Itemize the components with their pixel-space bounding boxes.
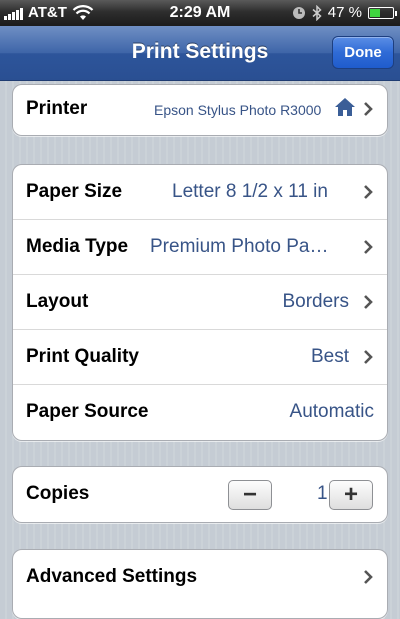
paper-source-row: Paper Source Automatic xyxy=(13,385,387,440)
copies-value: 1 xyxy=(317,483,328,504)
copies-row: Copies − 1 + xyxy=(13,467,387,522)
print-quality-label: Print Quality xyxy=(26,346,139,367)
home-icon xyxy=(335,98,355,116)
advanced-settings-row[interactable]: Advanced Settings xyxy=(13,550,387,605)
paper-size-label: Paper Size xyxy=(26,181,123,202)
copies-label: Copies xyxy=(26,483,90,504)
paper-size-row[interactable]: Paper Size Letter 8 1/2 x 11 in xyxy=(13,165,387,220)
navigation-bar: Print Settings Done xyxy=(0,26,400,81)
chevron-right-icon xyxy=(364,570,373,584)
bluetooth-icon xyxy=(312,4,322,21)
printer-group: Printer Epson Stylus Photo R3000 xyxy=(12,84,388,136)
print-quality-value: Best xyxy=(310,346,349,367)
media-type-label: Media Type xyxy=(26,236,129,257)
paper-settings-group: Paper Size Letter 8 1/2 x 11 in Media Ty… xyxy=(12,164,388,441)
advanced-settings-label: Advanced Settings xyxy=(26,566,198,587)
battery-fill xyxy=(370,8,380,17)
paper-source-value: Automatic xyxy=(289,401,374,422)
paper-source-label: Paper Source xyxy=(26,401,149,422)
done-button[interactable]: Done xyxy=(332,36,394,69)
chevron-right-icon xyxy=(364,350,373,364)
chevron-right-icon xyxy=(364,185,373,199)
increment-copies-button[interactable]: + xyxy=(329,480,373,510)
media-type-value: Premium Photo Pa… xyxy=(150,236,329,257)
printer-row[interactable]: Printer Epson Stylus Photo R3000 xyxy=(13,85,387,135)
media-type-row[interactable]: Media Type Premium Photo Pa… xyxy=(13,220,387,275)
layout-row[interactable]: Layout Borders xyxy=(13,275,387,330)
status-bar: AT&T 2:29 AM 47 % xyxy=(0,0,400,26)
chevron-right-icon xyxy=(364,240,373,254)
clock-icon xyxy=(292,6,305,19)
print-quality-row[interactable]: Print Quality Best xyxy=(13,330,387,385)
printer-label: Printer xyxy=(26,98,88,119)
battery-icon xyxy=(368,6,397,19)
advanced-group: Advanced Settings xyxy=(12,549,388,619)
chevron-right-icon xyxy=(364,102,373,116)
chevron-right-icon xyxy=(364,295,373,309)
paper-size-value: Letter 8 1/2 x 11 in xyxy=(172,181,328,202)
printer-value: Epson Stylus Photo R3000 xyxy=(154,102,322,118)
layout-value: Borders xyxy=(282,291,349,312)
layout-label: Layout xyxy=(26,291,89,312)
copies-group: Copies − 1 + xyxy=(12,466,388,523)
battery-percent: 47 % xyxy=(327,4,362,21)
decrement-copies-button[interactable]: − xyxy=(228,480,272,510)
